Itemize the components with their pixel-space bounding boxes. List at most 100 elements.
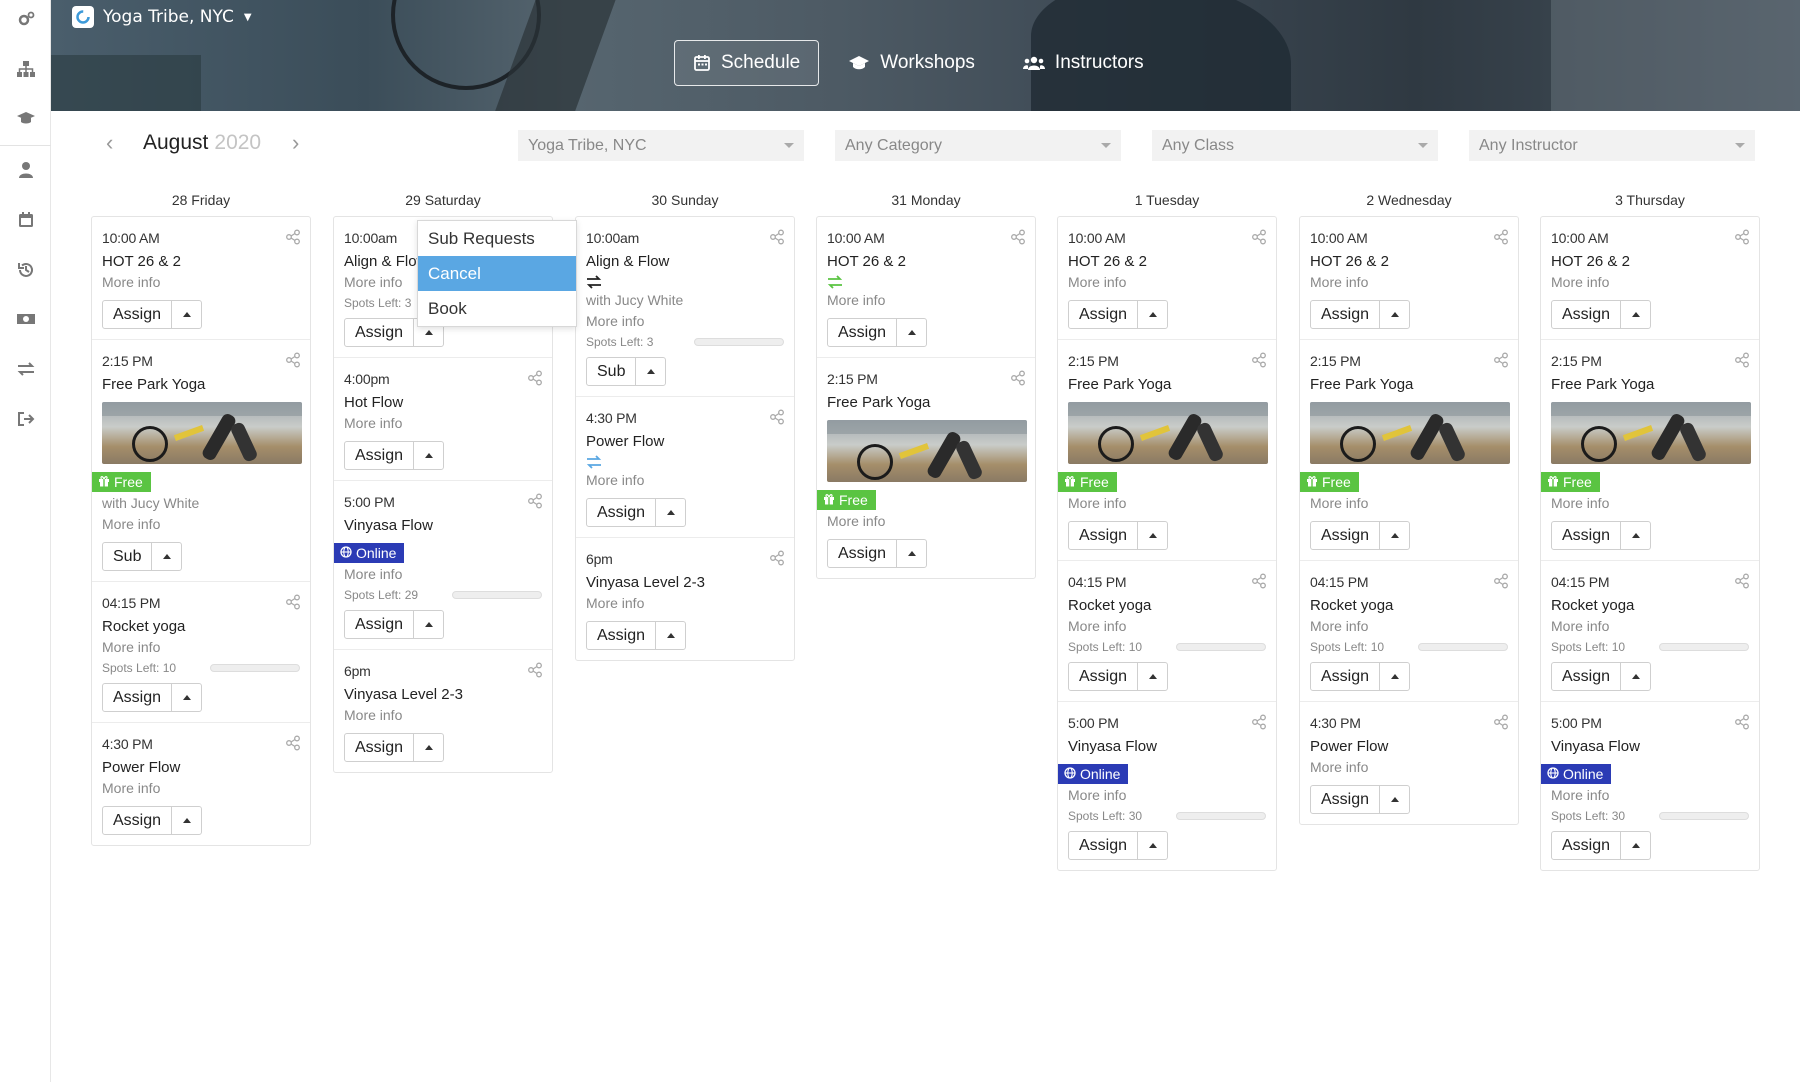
share-icon[interactable]	[769, 229, 785, 245]
calendar-icon[interactable]	[0, 203, 51, 237]
assign-button[interactable]: Assign	[587, 499, 655, 526]
share-icon[interactable]	[1010, 370, 1026, 386]
more-info-link[interactable]: More info	[102, 515, 300, 534]
tab-schedule[interactable]: Schedule	[674, 40, 820, 86]
action-dropdown-toggle[interactable]	[413, 611, 443, 638]
more-info-link[interactable]: More info	[1310, 758, 1508, 777]
assign-button[interactable]: Assign	[1311, 663, 1379, 690]
action-dropdown-toggle[interactable]	[1379, 301, 1409, 328]
more-info-link[interactable]: More info	[102, 779, 300, 798]
more-info-link[interactable]: More info	[344, 706, 542, 725]
assign-button[interactable]: Assign	[103, 807, 171, 834]
share-icon[interactable]	[1493, 229, 1509, 245]
share-icon[interactable]	[1251, 352, 1267, 368]
next-month-button[interactable]: ›	[292, 130, 299, 156]
action-dropdown-toggle[interactable]	[1620, 522, 1650, 549]
menu-item-sub-requests[interactable]: Sub Requests	[418, 221, 576, 256]
share-icon[interactable]	[1493, 573, 1509, 589]
sign-out-icon[interactable]	[0, 402, 51, 436]
assign-button[interactable]: Assign	[345, 734, 413, 761]
action-dropdown-toggle[interactable]	[413, 734, 443, 761]
assign-button[interactable]: Assign	[345, 442, 413, 469]
action-dropdown-toggle[interactable]	[1137, 663, 1167, 690]
share-icon[interactable]	[1734, 229, 1750, 245]
assign-button[interactable]: Assign	[103, 684, 171, 711]
action-dropdown-toggle[interactable]	[655, 622, 685, 649]
action-dropdown-toggle[interactable]	[413, 442, 443, 469]
more-info-link[interactable]: More info	[586, 471, 784, 490]
share-icon[interactable]	[1251, 229, 1267, 245]
more-info-link[interactable]: More info	[1068, 617, 1266, 636]
exchange-icon[interactable]	[0, 352, 51, 386]
prev-month-button[interactable]: ‹	[106, 130, 113, 156]
tab-workshops[interactable]: Workshops	[829, 40, 994, 86]
share-icon[interactable]	[285, 594, 301, 610]
assign-button[interactable]: Assign	[828, 540, 896, 567]
category-select[interactable]: Any Category	[835, 130, 1121, 161]
share-icon[interactable]	[285, 229, 301, 245]
action-dropdown-toggle[interactable]	[1379, 663, 1409, 690]
share-icon[interactable]	[285, 735, 301, 751]
assign-button[interactable]: Assign	[1552, 522, 1620, 549]
share-icon[interactable]	[1010, 229, 1026, 245]
history-icon[interactable]	[0, 253, 51, 287]
more-info-link[interactable]: More info	[827, 512, 1025, 531]
assign-button[interactable]: Assign	[1069, 663, 1137, 690]
action-dropdown-toggle[interactable]	[1137, 522, 1167, 549]
share-icon[interactable]	[527, 370, 543, 386]
assign-button[interactable]: Assign	[1069, 301, 1137, 328]
action-dropdown-toggle[interactable]	[171, 684, 201, 711]
menu-item-cancel[interactable]: Cancel	[418, 256, 576, 291]
more-info-link[interactable]: More info	[1310, 273, 1508, 292]
assign-button[interactable]: Assign	[1552, 301, 1620, 328]
action-dropdown-toggle[interactable]	[896, 540, 926, 567]
assign-button[interactable]: Assign	[1311, 522, 1379, 549]
assign-button[interactable]: Assign	[1552, 663, 1620, 690]
sub-button[interactable]: Sub	[587, 358, 635, 385]
gears-icon[interactable]	[0, 3, 51, 37]
action-dropdown-toggle[interactable]	[1379, 522, 1409, 549]
assign-button[interactable]: Assign	[1069, 832, 1137, 859]
assign-button[interactable]: Assign	[587, 622, 655, 649]
share-icon[interactable]	[1493, 714, 1509, 730]
menu-item-book[interactable]: Book	[418, 291, 576, 326]
assign-button[interactable]: Assign	[1552, 832, 1620, 859]
assign-button[interactable]: Assign	[345, 319, 413, 346]
sub-button[interactable]: Sub	[103, 543, 151, 570]
instructor-select[interactable]: Any Instructor	[1469, 130, 1755, 161]
studio-switcher[interactable]: Yoga Tribe, NYC ▼	[72, 6, 252, 28]
action-dropdown-toggle[interactable]	[655, 499, 685, 526]
more-info-link[interactable]: More info	[1068, 273, 1266, 292]
more-info-link[interactable]: More info	[1551, 786, 1749, 805]
assign-button[interactable]: Assign	[345, 611, 413, 638]
action-dropdown-toggle[interactable]	[171, 807, 201, 834]
share-icon[interactable]	[769, 409, 785, 425]
action-dropdown-toggle[interactable]	[1620, 663, 1650, 690]
more-info-link[interactable]: More info	[1068, 494, 1266, 513]
assign-button[interactable]: Assign	[828, 319, 896, 346]
more-info-link[interactable]: More info	[344, 565, 542, 584]
action-dropdown-toggle[interactable]	[1379, 786, 1409, 813]
more-info-link[interactable]: More info	[1310, 494, 1508, 513]
share-icon[interactable]	[285, 352, 301, 368]
more-info-link[interactable]: More info	[102, 273, 300, 292]
share-icon[interactable]	[527, 493, 543, 509]
assign-button[interactable]: Assign	[1069, 522, 1137, 549]
more-info-link[interactable]: More info	[1551, 494, 1749, 513]
more-info-link[interactable]: More info	[827, 291, 1025, 310]
action-dropdown-toggle[interactable]	[1137, 832, 1167, 859]
sitemap-icon[interactable]	[0, 52, 51, 86]
tab-instructors[interactable]: Instructors	[1004, 40, 1163, 86]
more-info-link[interactable]: More info	[1068, 786, 1266, 805]
more-info-link[interactable]: More info	[344, 414, 542, 433]
share-icon[interactable]	[527, 662, 543, 678]
location-select[interactable]: Yoga Tribe, NYC	[518, 130, 804, 161]
assign-button[interactable]: Assign	[1311, 301, 1379, 328]
share-icon[interactable]	[769, 550, 785, 566]
more-info-link[interactable]: More info	[586, 312, 784, 331]
action-dropdown-toggle[interactable]	[896, 319, 926, 346]
assign-button[interactable]: Assign	[103, 301, 171, 328]
share-icon[interactable]	[1734, 573, 1750, 589]
action-dropdown-toggle[interactable]	[635, 358, 665, 385]
action-dropdown-toggle[interactable]	[171, 301, 201, 328]
